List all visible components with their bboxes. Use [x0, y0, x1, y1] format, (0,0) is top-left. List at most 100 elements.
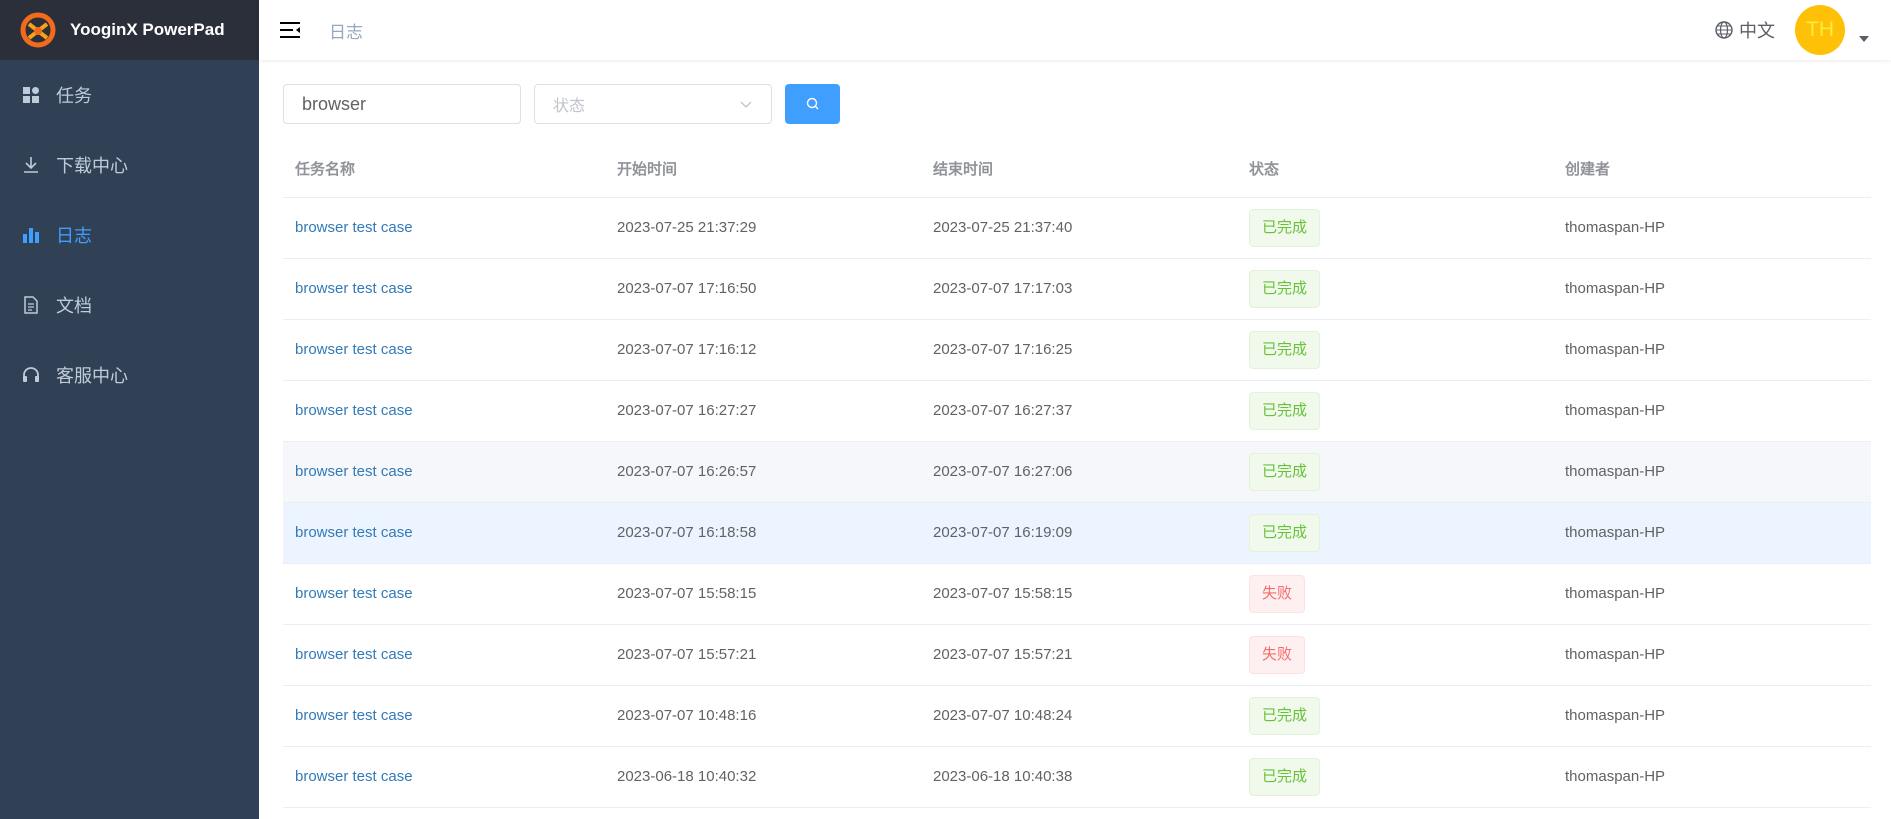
sidebar-item-tasks[interactable]: 任务: [0, 60, 259, 130]
cell-text: 2023-07-25 21:37:40: [933, 219, 1073, 236]
table-cell: 2023-07-07 16:27:37: [921, 380, 1237, 442]
table-cell: browser test case: [283, 319, 605, 381]
task-name-link[interactable]: browser test case: [295, 402, 413, 419]
task-name-link[interactable]: browser test case: [295, 646, 413, 663]
task-name-link[interactable]: browser test case: [295, 219, 413, 236]
table-cell: browser test case: [283, 197, 605, 259]
cell-text: 2023-07-07 16:27:06: [933, 463, 1073, 480]
table-cell: 已完成: [1237, 441, 1553, 503]
table-row[interactable]: browser test case 2023-07-07 16:18:58 2023…: [283, 502, 1871, 564]
table-cell: thomaspan-HP: [1553, 441, 1871, 503]
sidebar-item-support[interactable]: 客服中心: [0, 340, 259, 410]
table-cell: 已完成: [1237, 380, 1553, 442]
table-cell: 2023-07-07 17:16:25: [921, 319, 1237, 381]
cell-text: 2023-07-07 16:18:58: [617, 524, 757, 541]
header: 日志 中文 TH: [259, 0, 1891, 60]
table-cell: 2023-07-07 15:58:15: [605, 563, 921, 625]
cell-text: 2023-07-25 21:37:29: [617, 219, 757, 236]
cell-text: 2023-07-07 17:16:25: [933, 341, 1073, 358]
table-row[interactable]: browser test case 2023-07-07 15:57:21 2023…: [283, 624, 1871, 686]
cell-text: 2023-07-07 10:48:16: [617, 707, 757, 724]
headset-icon: [23, 367, 39, 382]
cell-text: 2023-07-07 17:17:03: [933, 280, 1073, 297]
task-name-link[interactable]: browser test case: [295, 463, 413, 480]
avatar[interactable]: TH: [1795, 5, 1845, 55]
cell-text: thomaspan-HP: [1565, 463, 1666, 480]
table-cell: 2023-07-25 21:37:29: [605, 197, 921, 259]
download-icon: [24, 157, 38, 173]
app-title: YooginX PowerPad: [70, 20, 225, 39]
document-icon: [24, 296, 38, 314]
table-cell: browser test case: [283, 685, 605, 747]
table-row[interactable]: browser test case 2023-07-07 15:58:15 2023…: [283, 563, 1871, 625]
sidebar-item-download-center[interactable]: 下载中心: [0, 130, 259, 200]
language-switcher[interactable]: 中文: [1715, 17, 1775, 43]
table-row[interactable]: browser test case 2023-06-18 10:40:32 2023…: [283, 746, 1871, 808]
cell-text: thomaspan-HP: [1565, 341, 1666, 358]
task-name-link[interactable]: browser test case: [295, 280, 413, 297]
cell-text: 2023-07-07 16:19:09: [933, 524, 1073, 541]
status-select[interactable]: 状态: [534, 84, 772, 124]
table-cell: 失败: [1237, 563, 1553, 625]
task-name-link[interactable]: browser test case: [295, 524, 413, 541]
cell-text: 2023-06-18 10:40:38: [933, 768, 1073, 785]
table-cell: 已完成: [1237, 746, 1553, 808]
cell-text: 2023-07-07 16:27:27: [617, 402, 757, 419]
status-badge: 已完成: [1249, 391, 1321, 430]
table-cell: 2023-07-07 15:57:21: [921, 624, 1237, 686]
search-input[interactable]: [283, 84, 521, 124]
table-cell: thomaspan-HP: [1553, 624, 1871, 686]
filter-bar: 状态: [283, 84, 840, 124]
table-cell: 2023-07-07 17:17:03: [921, 258, 1237, 320]
task-name-link[interactable]: browser test case: [295, 707, 413, 724]
search-icon: [806, 97, 818, 110]
table-cell: 已完成: [1237, 258, 1553, 320]
table-cell: 2023-07-07 16:27:27: [605, 380, 921, 442]
cell-text: 2023-07-07 15:58:15: [933, 585, 1073, 602]
sidebar-item-logs[interactable]: 日志: [0, 200, 259, 270]
cell-text: thomaspan-HP: [1565, 402, 1666, 419]
table-row[interactable]: browser test case 2023-07-07 10:48:16 2023…: [283, 685, 1871, 747]
task-name-link[interactable]: browser test case: [295, 585, 413, 602]
caret-down-icon[interactable]: [1859, 36, 1869, 42]
table-row[interactable]: browser test case 2023-07-25 21:37:29 2023…: [283, 197, 1871, 259]
cell-text: thomaspan-HP: [1565, 524, 1666, 541]
table-row[interactable]: browser test case 2023-07-07 16:26:57 2023…: [283, 441, 1871, 503]
table-cell: thomaspan-HP: [1553, 502, 1871, 564]
language-label: 中文: [1739, 21, 1775, 41]
breadcrumb[interactable]: 日志: [329, 18, 363, 43]
sidebar-item-label: 客服中心: [56, 366, 128, 386]
table-cell: browser test case: [283, 624, 605, 686]
cell-text: 2023-07-07 17:16:50: [617, 280, 757, 297]
table-cell: 2023-07-07 10:48:24: [921, 685, 1237, 747]
table-row[interactable]: browser test case 2023-07-07 16:27:27 2023…: [283, 380, 1871, 442]
cell-text: 2023-07-07 15:57:21: [933, 646, 1073, 663]
table-cell: 2023-07-25 21:37:40: [921, 197, 1237, 259]
table-cell: 2023-07-07 16:19:09: [921, 502, 1237, 564]
log-table: 任务名称 开始时间 结束时间 状态 创建者 browser test case 2023-…: [283, 140, 1871, 808]
table-cell: thomaspan-HP: [1553, 563, 1871, 625]
table-row[interactable]: browser test case 2023-07-07 17:16:12 2023…: [283, 319, 1871, 381]
logo-icon: [20, 12, 56, 48]
column-header: 任务名称: [283, 140, 605, 198]
sidebar-item-label: 日志: [56, 226, 92, 246]
sidebar-item-documents[interactable]: 文档: [0, 270, 259, 340]
table-cell: 2023-06-18 10:40:32: [605, 746, 921, 808]
table-cell: thomaspan-HP: [1553, 685, 1871, 747]
table-row[interactable]: browser test case 2023-07-07 17:16:50 2023…: [283, 258, 1871, 320]
status-badge: 已完成: [1249, 757, 1321, 796]
column-header: 创建者: [1553, 140, 1871, 198]
table-cell: browser test case: [283, 258, 605, 320]
globe-icon: [1715, 21, 1733, 39]
cell-text: thomaspan-HP: [1565, 280, 1666, 297]
menu-fold-icon[interactable]: [279, 19, 301, 41]
table-cell: thomaspan-HP: [1553, 746, 1871, 808]
table-cell: browser test case: [283, 380, 605, 442]
search-button[interactable]: [785, 84, 840, 124]
status-badge: 已完成: [1249, 330, 1321, 369]
table-cell: thomaspan-HP: [1553, 319, 1871, 381]
task-name-link[interactable]: browser test case: [295, 341, 413, 358]
cell-text: 2023-07-07 16:26:57: [617, 463, 757, 480]
task-name-link[interactable]: browser test case: [295, 768, 413, 785]
logo[interactable]: YooginX PowerPad: [0, 0, 259, 60]
